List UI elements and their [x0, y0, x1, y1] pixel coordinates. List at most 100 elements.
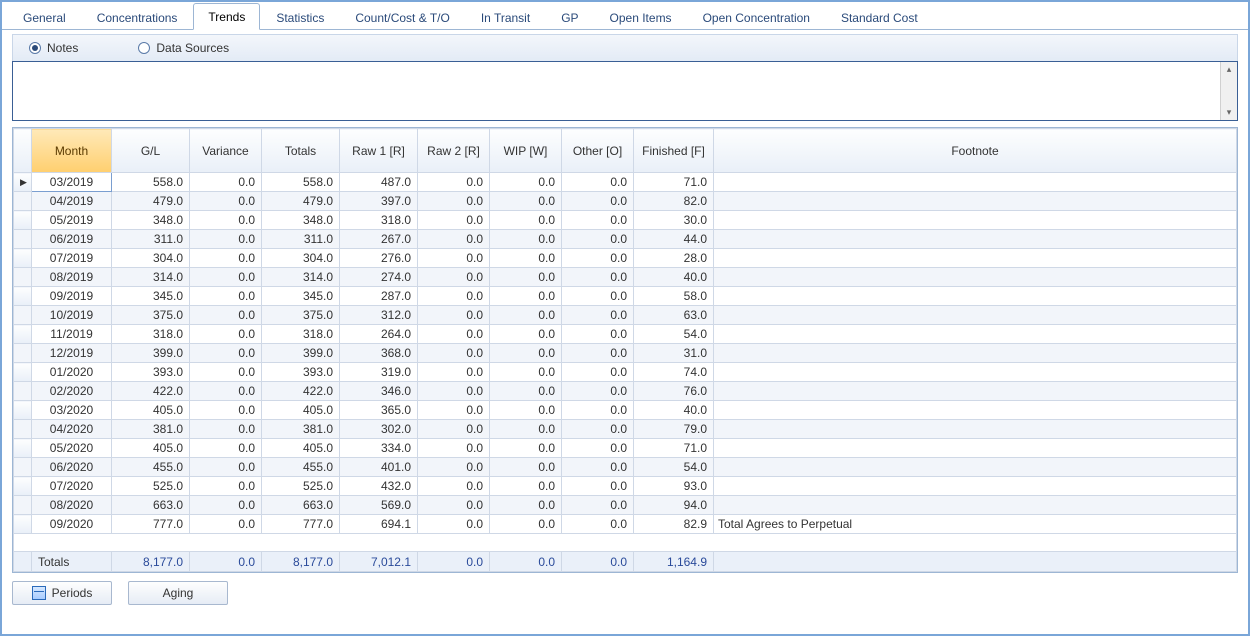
cell-raw2[interactable]: 0.0: [418, 287, 490, 306]
cell-wip[interactable]: 0.0: [490, 344, 562, 363]
cell-finished[interactable]: 30.0: [634, 211, 714, 230]
cell-raw2[interactable]: 0.0: [418, 268, 490, 287]
cell-gl[interactable]: 558.0: [112, 173, 190, 192]
cell-totals[interactable]: 663.0: [262, 496, 340, 515]
cell-finished[interactable]: 76.0: [634, 382, 714, 401]
cell-wip[interactable]: 0.0: [490, 287, 562, 306]
cell-month[interactable]: 03/2020: [32, 401, 112, 420]
cell-footnote[interactable]: [714, 420, 1237, 439]
scroll-up-icon[interactable]: ▴: [1227, 62, 1232, 77]
cell-raw1[interactable]: 334.0: [340, 439, 418, 458]
tab-statistics[interactable]: Statistics: [261, 4, 339, 30]
cell-footnote[interactable]: [714, 268, 1237, 287]
cell-totals[interactable]: 318.0: [262, 325, 340, 344]
cell-gl[interactable]: 405.0: [112, 401, 190, 420]
row-selector[interactable]: [14, 268, 32, 287]
cell-raw2[interactable]: 0.0: [418, 211, 490, 230]
periods-button[interactable]: Periods: [12, 581, 112, 605]
row-selector[interactable]: [14, 382, 32, 401]
cell-raw1[interactable]: 318.0: [340, 211, 418, 230]
row-selector[interactable]: [14, 344, 32, 363]
cell-variance[interactable]: 0.0: [190, 344, 262, 363]
table-row[interactable]: 09/2019345.00.0345.0287.00.00.00.058.0: [14, 287, 1237, 306]
cell-wip[interactable]: 0.0: [490, 325, 562, 344]
cell-totals[interactable]: 348.0: [262, 211, 340, 230]
cell-raw1[interactable]: 267.0: [340, 230, 418, 249]
row-selector[interactable]: [14, 515, 32, 534]
cell-gl[interactable]: 525.0: [112, 477, 190, 496]
row-selector[interactable]: [14, 230, 32, 249]
cell-month[interactable]: 01/2020: [32, 363, 112, 382]
table-row[interactable]: 04/2019479.00.0479.0397.00.00.00.082.0: [14, 192, 1237, 211]
cell-raw2[interactable]: 0.0: [418, 496, 490, 515]
cell-finished[interactable]: 40.0: [634, 401, 714, 420]
cell-gl[interactable]: 375.0: [112, 306, 190, 325]
cell-raw1[interactable]: 264.0: [340, 325, 418, 344]
col-month[interactable]: Month: [32, 129, 112, 173]
table-row[interactable]: 12/2019399.00.0399.0368.00.00.00.031.0: [14, 344, 1237, 363]
table-row[interactable]: 03/2020405.00.0405.0365.00.00.00.040.0: [14, 401, 1237, 420]
cell-gl[interactable]: 393.0: [112, 363, 190, 382]
col-raw1[interactable]: Raw 1 [R]: [340, 129, 418, 173]
cell-month[interactable]: 05/2019: [32, 211, 112, 230]
cell-raw2[interactable]: 0.0: [418, 458, 490, 477]
cell-totals[interactable]: 405.0: [262, 439, 340, 458]
grid-selector-header[interactable]: [14, 129, 32, 173]
cell-raw1[interactable]: 368.0: [340, 344, 418, 363]
cell-gl[interactable]: 304.0: [112, 249, 190, 268]
cell-totals[interactable]: 314.0: [262, 268, 340, 287]
cell-footnote[interactable]: [714, 230, 1237, 249]
cell-totals[interactable]: 455.0: [262, 458, 340, 477]
radio-data-sources[interactable]: Data Sources: [138, 41, 229, 55]
cell-variance[interactable]: 0.0: [190, 173, 262, 192]
cell-gl[interactable]: 381.0: [112, 420, 190, 439]
cell-finished[interactable]: 93.0: [634, 477, 714, 496]
table-row[interactable]: 07/2019304.00.0304.0276.00.00.00.028.0: [14, 249, 1237, 268]
tab-in-transit[interactable]: In Transit: [466, 4, 545, 30]
cell-variance[interactable]: 0.0: [190, 401, 262, 420]
cell-footnote[interactable]: Total Agrees to Perpetual: [714, 515, 1237, 534]
cell-raw2[interactable]: 0.0: [418, 306, 490, 325]
cell-other[interactable]: 0.0: [562, 230, 634, 249]
cell-raw2[interactable]: 0.0: [418, 230, 490, 249]
cell-variance[interactable]: 0.0: [190, 325, 262, 344]
col-totals[interactable]: Totals: [262, 129, 340, 173]
cell-footnote[interactable]: [714, 211, 1237, 230]
cell-footnote[interactable]: [714, 382, 1237, 401]
cell-wip[interactable]: 0.0: [490, 439, 562, 458]
cell-footnote[interactable]: [714, 363, 1237, 382]
table-row[interactable]: 03/2019558.00.0558.0487.00.00.00.071.0: [14, 173, 1237, 192]
cell-month[interactable]: 10/2019: [32, 306, 112, 325]
cell-gl[interactable]: 314.0: [112, 268, 190, 287]
cell-raw2[interactable]: 0.0: [418, 401, 490, 420]
cell-variance[interactable]: 0.0: [190, 363, 262, 382]
cell-footnote[interactable]: [714, 401, 1237, 420]
trends-grid[interactable]: Month G/L Variance Totals Raw 1 [R] Raw …: [12, 127, 1238, 573]
cell-footnote[interactable]: [714, 192, 1237, 211]
cell-other[interactable]: 0.0: [562, 477, 634, 496]
cell-wip[interactable]: 0.0: [490, 401, 562, 420]
cell-month[interactable]: 02/2020: [32, 382, 112, 401]
cell-variance[interactable]: 0.0: [190, 287, 262, 306]
row-selector[interactable]: [14, 477, 32, 496]
cell-raw2[interactable]: 0.0: [418, 173, 490, 192]
cell-wip[interactable]: 0.0: [490, 496, 562, 515]
radio-notes[interactable]: Notes: [29, 41, 78, 55]
cell-variance[interactable]: 0.0: [190, 306, 262, 325]
cell-footnote[interactable]: [714, 249, 1237, 268]
table-row[interactable]: 06/2019311.00.0311.0267.00.00.00.044.0: [14, 230, 1237, 249]
tab-trends[interactable]: Trends: [193, 3, 260, 30]
cell-month[interactable]: 07/2020: [32, 477, 112, 496]
cell-raw1[interactable]: 694.1: [340, 515, 418, 534]
cell-other[interactable]: 0.0: [562, 344, 634, 363]
col-wip[interactable]: WIP [W]: [490, 129, 562, 173]
cell-totals[interactable]: 304.0: [262, 249, 340, 268]
cell-totals[interactable]: 479.0: [262, 192, 340, 211]
cell-raw2[interactable]: 0.0: [418, 363, 490, 382]
cell-finished[interactable]: 82.9: [634, 515, 714, 534]
tab-gp[interactable]: GP: [546, 4, 593, 30]
cell-other[interactable]: 0.0: [562, 211, 634, 230]
row-selector[interactable]: [14, 458, 32, 477]
cell-finished[interactable]: 54.0: [634, 458, 714, 477]
cell-totals[interactable]: 311.0: [262, 230, 340, 249]
